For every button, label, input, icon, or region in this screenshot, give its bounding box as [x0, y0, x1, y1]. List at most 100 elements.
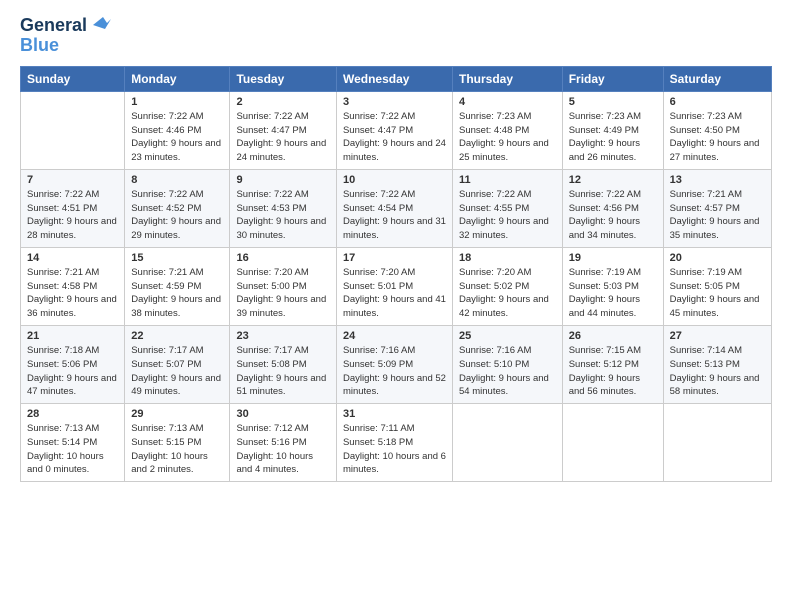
- calendar-cell: 19 Sunrise: 7:19 AMSunset: 5:03 PMDaylig…: [562, 247, 663, 325]
- cell-info: Sunrise: 7:22 AMSunset: 4:52 PMDaylight:…: [131, 188, 223, 243]
- cell-info: Sunrise: 7:23 AMSunset: 4:48 PMDaylight:…: [459, 110, 556, 165]
- calendar-cell: 30 Sunrise: 7:12 AMSunset: 5:16 PMDaylig…: [230, 404, 337, 482]
- day-number: 28: [27, 408, 118, 420]
- cell-info: Sunrise: 7:13 AMSunset: 5:15 PMDaylight:…: [131, 422, 223, 477]
- calendar-cell: 8 Sunrise: 7:22 AMSunset: 4:52 PMDayligh…: [125, 169, 230, 247]
- calendar-cell: 23 Sunrise: 7:17 AMSunset: 5:08 PMDaylig…: [230, 325, 337, 403]
- calendar-cell: 21 Sunrise: 7:18 AMSunset: 5:06 PMDaylig…: [21, 325, 125, 403]
- calendar-cell: [21, 91, 125, 169]
- cell-info: Sunrise: 7:20 AMSunset: 5:01 PMDaylight:…: [343, 266, 446, 321]
- cell-info: Sunrise: 7:16 AMSunset: 5:09 PMDaylight:…: [343, 344, 446, 399]
- day-number: 1: [131, 96, 223, 108]
- cell-info: Sunrise: 7:20 AMSunset: 5:00 PMDaylight:…: [236, 266, 330, 321]
- cell-info: Sunrise: 7:12 AMSunset: 5:16 PMDaylight:…: [236, 422, 330, 477]
- col-header-tuesday: Tuesday: [230, 66, 337, 91]
- col-header-friday: Friday: [562, 66, 663, 91]
- day-number: 8: [131, 174, 223, 186]
- header-row: SundayMondayTuesdayWednesdayThursdayFrid…: [21, 66, 772, 91]
- calendar-cell: 5 Sunrise: 7:23 AMSunset: 4:49 PMDayligh…: [562, 91, 663, 169]
- day-number: 27: [670, 330, 765, 342]
- logo-text-general: General: [20, 16, 87, 36]
- cell-info: Sunrise: 7:19 AMSunset: 5:03 PMDaylight:…: [569, 266, 657, 321]
- calendar-cell: 20 Sunrise: 7:19 AMSunset: 5:05 PMDaylig…: [663, 247, 771, 325]
- day-number: 29: [131, 408, 223, 420]
- day-number: 13: [670, 174, 765, 186]
- cell-info: Sunrise: 7:22 AMSunset: 4:47 PMDaylight:…: [236, 110, 330, 165]
- day-number: 24: [343, 330, 446, 342]
- col-header-wednesday: Wednesday: [336, 66, 452, 91]
- calendar-cell: [453, 404, 563, 482]
- cell-info: Sunrise: 7:19 AMSunset: 5:05 PMDaylight:…: [670, 266, 765, 321]
- calendar-cell: 9 Sunrise: 7:22 AMSunset: 4:53 PMDayligh…: [230, 169, 337, 247]
- cell-info: Sunrise: 7:17 AMSunset: 5:08 PMDaylight:…: [236, 344, 330, 399]
- calendar-cell: 7 Sunrise: 7:22 AMSunset: 4:51 PMDayligh…: [21, 169, 125, 247]
- calendar-cell: 14 Sunrise: 7:21 AMSunset: 4:58 PMDaylig…: [21, 247, 125, 325]
- week-row-5: 28 Sunrise: 7:13 AMSunset: 5:14 PMDaylig…: [21, 404, 772, 482]
- calendar-cell: 3 Sunrise: 7:22 AMSunset: 4:47 PMDayligh…: [336, 91, 452, 169]
- logo-text-blue: Blue: [20, 35, 59, 55]
- day-number: 22: [131, 330, 223, 342]
- cell-info: Sunrise: 7:23 AMSunset: 4:49 PMDaylight:…: [569, 110, 657, 165]
- cell-info: Sunrise: 7:17 AMSunset: 5:07 PMDaylight:…: [131, 344, 223, 399]
- col-header-saturday: Saturday: [663, 66, 771, 91]
- calendar-cell: 22 Sunrise: 7:17 AMSunset: 5:07 PMDaylig…: [125, 325, 230, 403]
- calendar-cell: 12 Sunrise: 7:22 AMSunset: 4:56 PMDaylig…: [562, 169, 663, 247]
- calendar-cell: 6 Sunrise: 7:23 AMSunset: 4:50 PMDayligh…: [663, 91, 771, 169]
- day-number: 6: [670, 96, 765, 108]
- day-number: 10: [343, 174, 446, 186]
- cell-info: Sunrise: 7:21 AMSunset: 4:59 PMDaylight:…: [131, 266, 223, 321]
- calendar-cell: 16 Sunrise: 7:20 AMSunset: 5:00 PMDaylig…: [230, 247, 337, 325]
- calendar-cell: 18 Sunrise: 7:20 AMSunset: 5:02 PMDaylig…: [453, 247, 563, 325]
- day-number: 7: [27, 174, 118, 186]
- week-row-4: 21 Sunrise: 7:18 AMSunset: 5:06 PMDaylig…: [21, 325, 772, 403]
- calendar-cell: 29 Sunrise: 7:13 AMSunset: 5:15 PMDaylig…: [125, 404, 230, 482]
- calendar-cell: 25 Sunrise: 7:16 AMSunset: 5:10 PMDaylig…: [453, 325, 563, 403]
- cell-info: Sunrise: 7:21 AMSunset: 4:58 PMDaylight:…: [27, 266, 118, 321]
- day-number: 12: [569, 174, 657, 186]
- week-row-3: 14 Sunrise: 7:21 AMSunset: 4:58 PMDaylig…: [21, 247, 772, 325]
- day-number: 19: [569, 252, 657, 264]
- cell-info: Sunrise: 7:13 AMSunset: 5:14 PMDaylight:…: [27, 422, 118, 477]
- cell-info: Sunrise: 7:22 AMSunset: 4:56 PMDaylight:…: [569, 188, 657, 243]
- calendar-cell: [562, 404, 663, 482]
- calendar-cell: 31 Sunrise: 7:11 AMSunset: 5:18 PMDaylig…: [336, 404, 452, 482]
- calendar-cell: 26 Sunrise: 7:15 AMSunset: 5:12 PMDaylig…: [562, 325, 663, 403]
- cell-info: Sunrise: 7:14 AMSunset: 5:13 PMDaylight:…: [670, 344, 765, 399]
- day-number: 9: [236, 174, 330, 186]
- day-number: 26: [569, 330, 657, 342]
- col-header-monday: Monday: [125, 66, 230, 91]
- day-number: 11: [459, 174, 556, 186]
- cell-info: Sunrise: 7:11 AMSunset: 5:18 PMDaylight:…: [343, 422, 446, 477]
- header: General Blue: [20, 16, 772, 56]
- calendar-cell: 28 Sunrise: 7:13 AMSunset: 5:14 PMDaylig…: [21, 404, 125, 482]
- day-number: 17: [343, 252, 446, 264]
- cell-info: Sunrise: 7:15 AMSunset: 5:12 PMDaylight:…: [569, 344, 657, 399]
- day-number: 15: [131, 252, 223, 264]
- day-number: 31: [343, 408, 446, 420]
- day-number: 23: [236, 330, 330, 342]
- day-number: 4: [459, 96, 556, 108]
- calendar-cell: 17 Sunrise: 7:20 AMSunset: 5:01 PMDaylig…: [336, 247, 452, 325]
- calendar-cell: 11 Sunrise: 7:22 AMSunset: 4:55 PMDaylig…: [453, 169, 563, 247]
- day-number: 3: [343, 96, 446, 108]
- cell-info: Sunrise: 7:23 AMSunset: 4:50 PMDaylight:…: [670, 110, 765, 165]
- cell-info: Sunrise: 7:22 AMSunset: 4:47 PMDaylight:…: [343, 110, 446, 165]
- day-number: 18: [459, 252, 556, 264]
- day-number: 14: [27, 252, 118, 264]
- cell-info: Sunrise: 7:21 AMSunset: 4:57 PMDaylight:…: [670, 188, 765, 243]
- day-number: 20: [670, 252, 765, 264]
- col-header-sunday: Sunday: [21, 66, 125, 91]
- calendar-cell: [663, 404, 771, 482]
- logo-bird-icon: [89, 15, 111, 35]
- calendar-page: General Blue SundayMondayTuesdayWednesda…: [0, 0, 792, 612]
- calendar-cell: 4 Sunrise: 7:23 AMSunset: 4:48 PMDayligh…: [453, 91, 563, 169]
- week-row-1: 1 Sunrise: 7:22 AMSunset: 4:46 PMDayligh…: [21, 91, 772, 169]
- calendar-cell: 13 Sunrise: 7:21 AMSunset: 4:57 PMDaylig…: [663, 169, 771, 247]
- logo: General Blue: [20, 16, 111, 56]
- day-number: 2: [236, 96, 330, 108]
- cell-info: Sunrise: 7:20 AMSunset: 5:02 PMDaylight:…: [459, 266, 556, 321]
- calendar-cell: 10 Sunrise: 7:22 AMSunset: 4:54 PMDaylig…: [336, 169, 452, 247]
- calendar-cell: 24 Sunrise: 7:16 AMSunset: 5:09 PMDaylig…: [336, 325, 452, 403]
- cell-info: Sunrise: 7:16 AMSunset: 5:10 PMDaylight:…: [459, 344, 556, 399]
- week-row-2: 7 Sunrise: 7:22 AMSunset: 4:51 PMDayligh…: [21, 169, 772, 247]
